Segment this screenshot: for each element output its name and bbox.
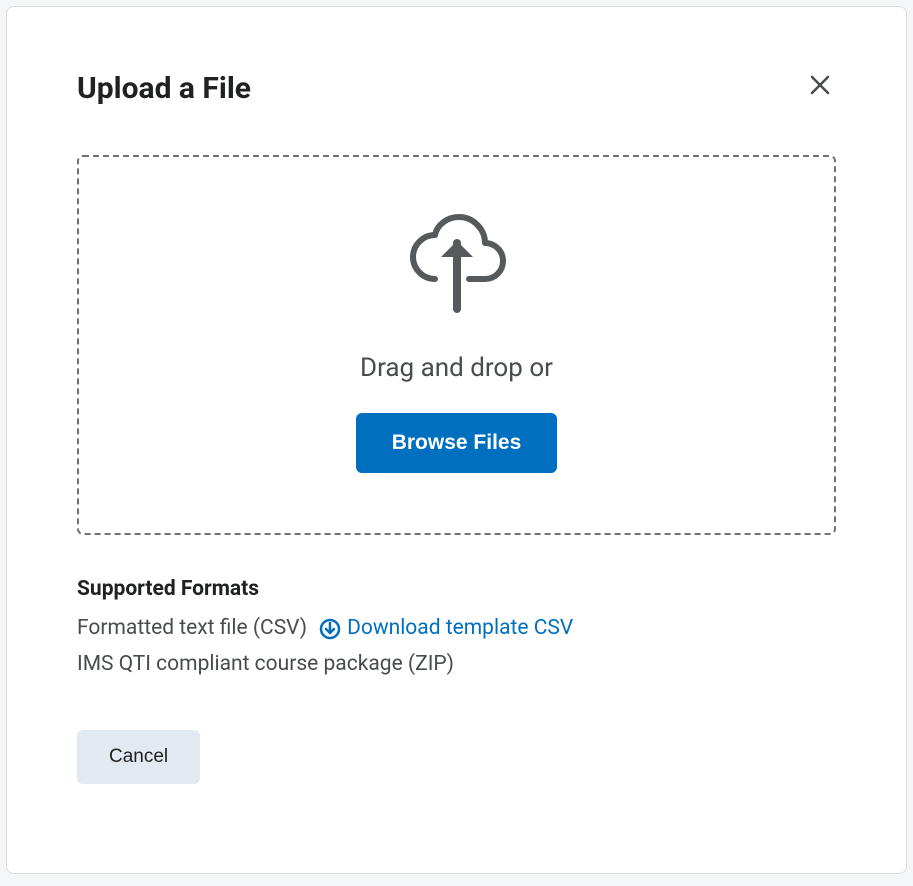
drag-drop-text: Drag and drop or [99, 353, 814, 383]
format-csv-label: Formatted text file (CSV) [77, 611, 307, 647]
supported-formats-section: Supported Formats Formatted text file (C… [77, 577, 836, 682]
supported-formats-heading: Supported Formats [77, 577, 836, 601]
download-template-link[interactable]: Download template CSV [319, 611, 573, 647]
upload-icon-wrapper [99, 205, 814, 325]
close-icon [808, 73, 832, 97]
download-template-label: Download template CSV [347, 611, 573, 647]
format-zip-label: IMS QTI compliant course package (ZIP) [77, 647, 454, 683]
modal-title: Upload a File [77, 71, 251, 106]
file-dropzone[interactable]: Drag and drop or Browse Files [77, 155, 836, 535]
format-zip-line: IMS QTI compliant course package (ZIP) [77, 647, 836, 683]
cancel-button[interactable]: Cancel [77, 730, 200, 784]
format-csv-line: Formatted text file (CSV) Download templ… [77, 611, 836, 647]
download-icon [319, 618, 341, 640]
browse-files-button[interactable]: Browse Files [356, 413, 558, 473]
cloud-upload-icon [397, 205, 517, 325]
upload-file-dialog: Upload a File Drag and drop or Browse Fi… [6, 6, 907, 874]
close-button[interactable] [804, 69, 836, 107]
modal-header: Upload a File [77, 69, 836, 107]
